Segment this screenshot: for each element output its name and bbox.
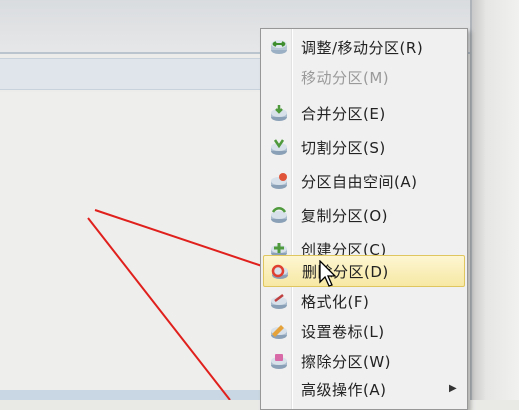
menu-item-label: 分区自由空间(A) <box>301 173 418 191</box>
menu-item-label: 删除分区(D) <box>302 263 389 281</box>
context-menu: 调整/移动分区(R) 移动分区(M) 合并分区(E) 切割分区(S) 分区自由空… <box>260 28 468 410</box>
menu-item-merge[interactable]: 合并分区(E) <box>263 99 463 127</box>
menu-item-set-label[interactable]: 设置卷标(L) <box>263 317 463 345</box>
menu-item-split[interactable]: 切割分区(S) <box>263 133 463 161</box>
menu-item-format[interactable]: 格式化(F) <box>263 287 463 315</box>
wipe-partition-icon <box>271 354 287 369</box>
menu-item-label: 格式化(F) <box>301 293 370 311</box>
copy-partition-icon <box>271 207 287 223</box>
resize-partition-icon <box>271 40 287 54</box>
menu-item-advanced[interactable]: 高级操作(A) ▶ <box>263 375 463 403</box>
bottom-bar <box>0 390 262 400</box>
menu-item-label: 切割分区(S) <box>301 139 386 157</box>
menu-item-label: 复制分区(O) <box>301 207 389 225</box>
menu-item-label: 调整/移动分区(R) <box>301 39 424 57</box>
menu-item-resize-move[interactable]: 调整/移动分区(R) <box>263 33 463 61</box>
allocate-free-space-icon <box>271 173 287 189</box>
menu-item-label: 合并分区(E) <box>301 105 386 123</box>
content-panel <box>0 92 262 400</box>
menu-item-allocate-free-space[interactable]: 分区自由空间(A) <box>263 167 463 195</box>
split-partition-icon <box>271 139 287 155</box>
menu-item-wipe[interactable]: 擦除分区(W) <box>263 347 463 375</box>
submenu-arrow-icon: ▶ <box>449 383 457 394</box>
menu-item-label: 设置卷标(L) <box>301 323 385 341</box>
set-label-icon <box>271 325 287 339</box>
disk-row[interactable] <box>0 58 260 90</box>
menu-item-label: 高级操作(A) <box>301 381 387 399</box>
menu-item-label: 擦除分区(W) <box>301 353 392 371</box>
menu-item-label: 移动分区(M) <box>301 69 390 87</box>
merge-partition-icon <box>271 105 287 121</box>
menu-item-copy[interactable]: 复制分区(O) <box>263 201 463 229</box>
mouse-cursor-icon <box>319 260 337 287</box>
menu-item-delete[interactable]: 删除分区(D) <box>263 255 465 287</box>
format-partition-icon <box>271 294 287 309</box>
delete-partition-icon <box>271 264 288 279</box>
monitor-bezel <box>472 0 519 400</box>
menu-item-move: 移动分区(M) <box>263 63 463 91</box>
